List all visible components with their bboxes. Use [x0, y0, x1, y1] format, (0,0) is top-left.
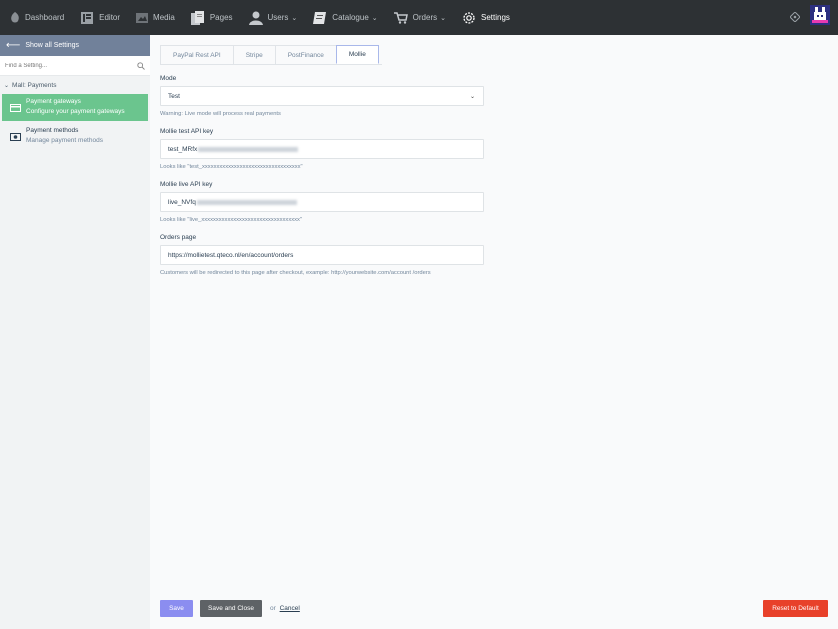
sidebar-item-title: Payment gateways [26, 98, 81, 105]
nav-settings[interactable]: Settings [452, 0, 516, 35]
form-footer: Save Save and Close or Cancel [160, 600, 300, 617]
crosshair-icon[interactable] [789, 9, 801, 27]
nav-orders[interactable]: Orders ⌄ [384, 0, 452, 35]
nav-catalogue[interactable]: Catalogue ⌄ [303, 0, 383, 35]
settings-search-input[interactable] [5, 62, 137, 69]
tab-paypal-rest-api[interactable]: PayPal Rest API [160, 45, 234, 64]
live-key-field: Mollie live API key live_NVfq Looks like… [160, 181, 484, 224]
dashboard-icon [10, 11, 20, 24]
search-icon[interactable] [137, 57, 145, 75]
redacted-text [198, 146, 299, 152]
redacted-text [196, 199, 297, 205]
chevron-down-icon: ⌄ [291, 14, 298, 22]
users-icon [248, 11, 263, 25]
chevron-down-icon: ⌄ [4, 82, 10, 89]
nav-pages[interactable]: Pages [181, 0, 239, 35]
money-icon [10, 127, 22, 146]
test-key-field: Mollie test API key test_MRfx Looks like… [160, 128, 484, 171]
nav-dashboard[interactable]: Dashboard [0, 0, 70, 35]
settings-search [0, 56, 150, 76]
settings-icon [462, 11, 476, 25]
tab-postfinance[interactable]: PostFinance [274, 45, 337, 64]
editor-icon [80, 11, 94, 25]
orders-icon [393, 11, 408, 24]
sidebar-item-description: Configure your payment gateways [26, 108, 125, 115]
save-and-close-button[interactable]: Save and Close [200, 600, 262, 617]
test-key-label: Mollie test API key [160, 128, 214, 135]
live-key-input[interactable]: live_NVfq [160, 192, 484, 212]
cancel-link[interactable]: Cancel [280, 605, 300, 612]
nav-users[interactable]: Users ⌄ [239, 0, 304, 35]
reset-to-default-button[interactable]: Reset to Default [763, 600, 828, 617]
gateway-tabs: PayPal Rest API Stripe PostFinance Molli… [160, 45, 382, 65]
chevron-down-icon: ⌄ [469, 94, 475, 100]
mode-help: Warning: Live mode will process real pay… [160, 111, 281, 117]
tab-mollie[interactable]: Mollie [335, 45, 379, 64]
mode-field: Mode Test ⌄ Warning: Live mode will proc… [160, 75, 484, 118]
settings-form: PayPal Rest API Stripe PostFinance Molli… [160, 35, 830, 277]
arrow-left-icon: ⟵ [6, 40, 21, 51]
settings-sidebar: ⟵ Show all Settings ⌄ Mall: Payments Pay… [0, 35, 150, 629]
live-key-label: Mollie live API key [160, 181, 213, 188]
nav-media[interactable]: Media [126, 0, 181, 35]
avatar[interactable] [810, 5, 830, 30]
tab-stripe[interactable]: Stripe [232, 45, 276, 64]
mode-label: Mode [160, 75, 177, 82]
sidebar-item-description: Manage payment methods [26, 137, 103, 144]
top-right-tools [789, 0, 830, 35]
orders-page-label: Orders page [160, 234, 197, 241]
chevron-down-icon: ⌄ [440, 14, 446, 22]
or-cancel: or Cancel [270, 605, 300, 612]
pages-icon [190, 10, 205, 25]
settings-group-header[interactable]: ⌄ Mall: Payments [0, 78, 150, 92]
orders-page-input[interactable]: https://mollietest.qteco.nl/en/account/o… [160, 245, 484, 265]
media-icon [136, 12, 149, 23]
sidebar-item-payment-methods[interactable]: Payment methods Manage payment methods [2, 123, 148, 150]
sidebar-item-payment-gateways[interactable]: Payment gateways Configure your payment … [2, 94, 148, 121]
nav-editor[interactable]: Editor [70, 0, 126, 35]
catalogue-icon [313, 11, 327, 24]
credit-card-icon [10, 98, 22, 117]
mode-select[interactable]: Test ⌄ [160, 86, 484, 106]
show-all-settings-link[interactable]: ⟵ Show all Settings [0, 35, 150, 56]
chevron-down-icon: ⌄ [371, 14, 378, 22]
save-button[interactable]: Save [160, 600, 193, 617]
sidebar-item-title: Payment methods [26, 127, 79, 134]
orders-page-field: Orders page https://mollietest.qteco.nl/… [160, 234, 484, 277]
orders-page-help: Customers will be redirected to this pag… [160, 270, 431, 276]
top-navigation-bar: Dashboard Editor Media Pages Users ⌄ Cat… [0, 0, 838, 35]
test-key-input[interactable]: test_MRfx [160, 139, 484, 159]
test-key-help: Looks like "test_xxxxxxxxxxxxxxxxxxxxxxx… [160, 164, 303, 170]
live-key-help: Looks like "live_xxxxxxxxxxxxxxxxxxxxxxx… [160, 217, 302, 223]
